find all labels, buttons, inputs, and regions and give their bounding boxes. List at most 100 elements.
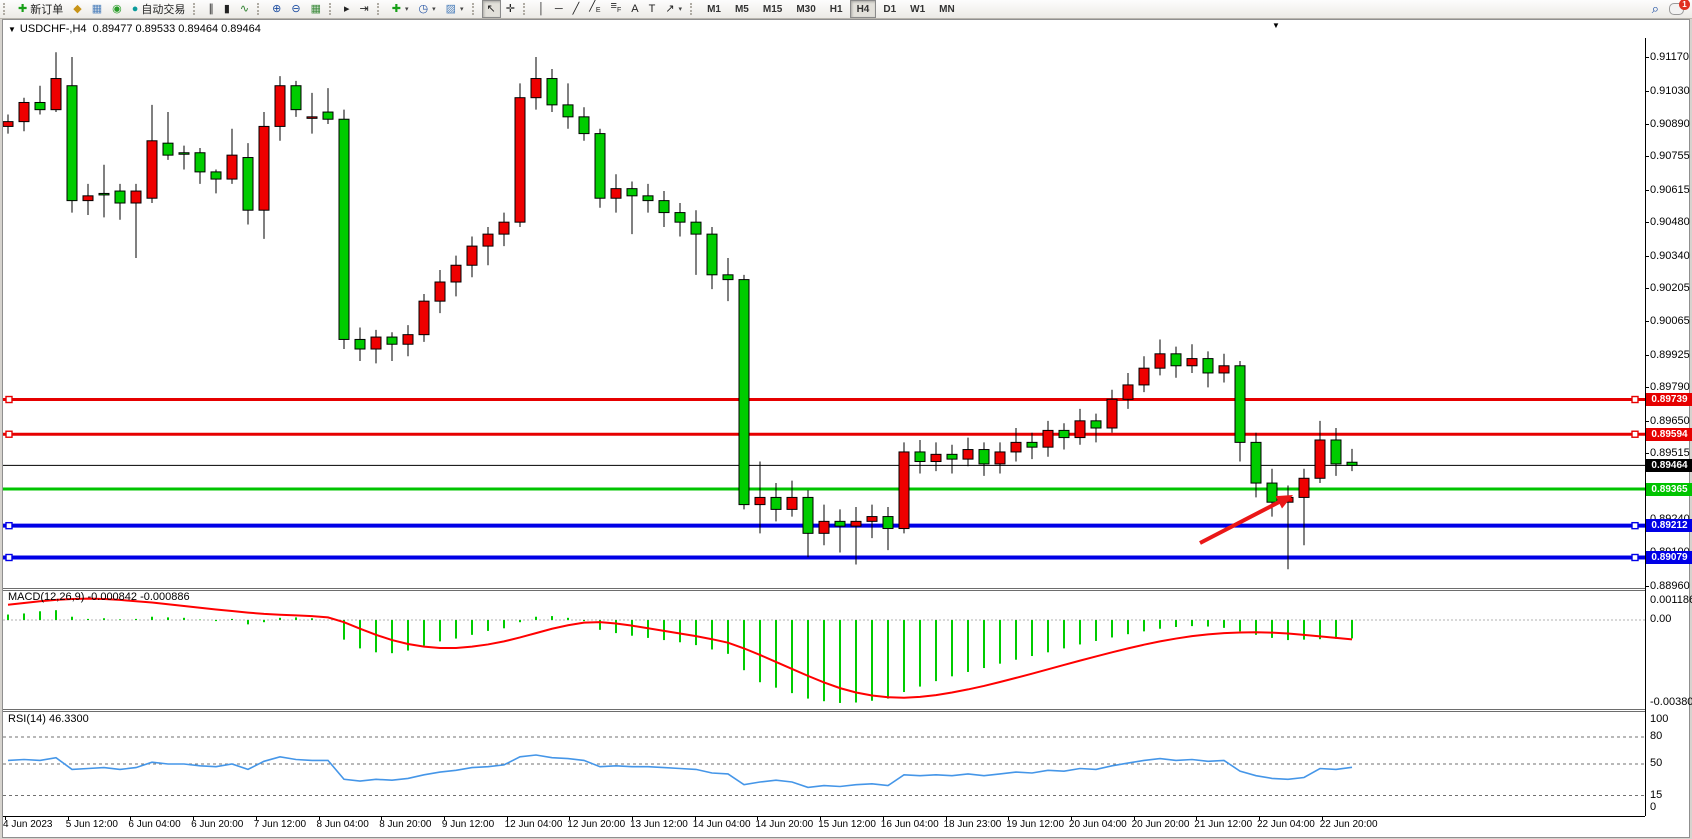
autotrading-button-label: 自动交易 — [141, 1, 185, 17]
bar-chart-button[interactable]: ∥ — [203, 0, 219, 18]
chart-shift-button[interactable]: ⇥ — [355, 0, 374, 18]
notification-badge: 1 — [1679, 0, 1690, 10]
candle — [515, 98, 525, 222]
channel-button[interactable]: ╱E — [584, 0, 605, 18]
timeframe-w1[interactable]: W1 — [903, 0, 932, 18]
candle — [851, 521, 861, 526]
autotrading-button[interactable]: ●自动交易 — [127, 0, 191, 18]
chevron-down-icon[interactable]: ▾ — [679, 5, 683, 13]
collapse-icon[interactable]: ▼ — [8, 25, 16, 34]
price-tick-label: 0.90065 — [1650, 315, 1692, 327]
market-watch-button[interactable]: ▦ — [87, 0, 107, 18]
resistance-line-2-price-tag: 0.89594 — [1646, 428, 1692, 441]
toolbar-grip — [690, 3, 697, 15]
chevron-down-icon[interactable]: ▾ — [405, 5, 409, 13]
timeframe-h4[interactable]: H4 — [850, 0, 877, 18]
rsi-value: 46.3300 — [49, 713, 89, 725]
candle — [227, 155, 237, 179]
candle — [547, 79, 557, 105]
templates-button[interactable]: ▨▾ — [441, 0, 469, 18]
price-tick — [1645, 190, 1649, 191]
autotrading-icon: ● — [132, 4, 139, 15]
text-label-button[interactable]: T — [644, 0, 661, 18]
time-tick-label: 6 Jun 04:00 — [128, 819, 180, 830]
timeframe-m15[interactable]: M15 — [756, 0, 789, 18]
timeframe-m1[interactable]: M1 — [700, 0, 728, 18]
price-tick-label: 0.90340 — [1650, 250, 1692, 262]
rsi-scale-label: 80 — [1650, 730, 1692, 742]
auto-scroll-icon: ▸ — [344, 4, 350, 15]
support-line-blue-1-handle[interactable] — [1632, 523, 1638, 529]
candlestick-chart-button[interactable]: ▮ — [219, 0, 235, 18]
candle — [1155, 354, 1165, 368]
tile-windows-button[interactable]: ▦ — [306, 0, 326, 18]
candle — [1299, 478, 1309, 497]
fibonacci-button[interactable]: ≡F — [606, 0, 627, 18]
support-line-blue-1-handle[interactable] — [6, 523, 12, 529]
zoom-in-icon: ⊕ — [272, 4, 281, 15]
macd-panel[interactable] — [3, 592, 1645, 707]
timeframe-h1[interactable]: H1 — [823, 0, 850, 18]
search-icon[interactable]: ⌕ — [1652, 1, 1659, 17]
price-tick — [1645, 387, 1649, 388]
price-tick — [1645, 124, 1649, 125]
rsi-panel[interactable] — [3, 714, 1645, 814]
chat-icon[interactable]: 1 — [1669, 3, 1684, 15]
equidistant-channel-icon: ╱E — [589, 1, 600, 16]
candle — [419, 301, 429, 335]
candle — [195, 153, 205, 172]
macd-label: MACD(12,26,9) -0.000842 -0.000886 — [8, 591, 190, 603]
candle — [243, 158, 253, 211]
line-chart-button[interactable]: ∿ — [235, 0, 254, 18]
candle — [1331, 440, 1341, 464]
chevron-down-icon[interactable]: ▾ — [432, 5, 436, 13]
resistance-line-1-handle[interactable] — [1632, 397, 1638, 403]
crosshair-button[interactable]: ✛ — [501, 0, 520, 18]
candle — [819, 521, 829, 533]
price-tick-label: 0.91170 — [1650, 51, 1692, 63]
horizontal-line-button[interactable]: ─ — [550, 0, 568, 18]
cursor-button[interactable]: ↖ — [482, 0, 501, 18]
price-tick-label: 0.89925 — [1650, 349, 1692, 361]
symbols-button[interactable]: ◆ — [68, 0, 86, 18]
candle — [1235, 366, 1245, 443]
new-order-button[interactable]: ✚新订单 — [13, 0, 68, 18]
candle — [307, 117, 317, 119]
chevron-down-icon[interactable]: ▾ — [460, 5, 464, 13]
candle — [1011, 442, 1021, 452]
cursor-icon: ↖ — [487, 4, 496, 15]
timeframe-m30[interactable]: M30 — [789, 0, 822, 18]
resistance-line-1-handle[interactable] — [6, 397, 12, 403]
price-tick — [1645, 453, 1649, 454]
timeframe-m5[interactable]: M5 — [728, 0, 756, 18]
vertical-line-button[interactable]: │ — [533, 0, 550, 18]
resistance-line-2-handle[interactable] — [6, 431, 12, 437]
main-chart[interactable] — [3, 40, 1645, 588]
support-line-blue-2-handle[interactable] — [1632, 555, 1638, 561]
support-line-blue-2-handle[interactable] — [6, 555, 12, 561]
timeframe-d1[interactable]: D1 — [876, 0, 903, 18]
candle — [643, 196, 653, 201]
zoom-out-button[interactable]: ⊖ — [286, 0, 305, 18]
panel-splitter-2[interactable] — [3, 709, 1645, 712]
candle — [531, 79, 541, 98]
trend-arrow[interactable] — [1200, 500, 1283, 543]
clock-icon: ◷ — [418, 4, 428, 15]
navigator-button[interactable]: ◉ — [107, 0, 127, 18]
signal-icon: ◉ — [112, 4, 122, 15]
vertical-line-icon: │ — [538, 4, 545, 15]
auto-scroll-button[interactable]: ▸ — [339, 0, 355, 18]
zoom-in-button[interactable]: ⊕ — [267, 0, 286, 18]
resistance-line-2-handle[interactable] — [1632, 431, 1638, 437]
bar-chart-icon: ∥ — [208, 4, 214, 15]
trendline-button[interactable]: ╱ — [568, 0, 585, 18]
indicators-button[interactable]: ✚▾ — [387, 0, 414, 18]
periods-button[interactable]: ◷▾ — [413, 0, 440, 18]
arrows-button[interactable]: ↗▾ — [660, 0, 687, 18]
chart-menu-icon[interactable]: ▼ — [1272, 21, 1280, 30]
panel-splitter[interactable] — [3, 588, 1645, 591]
timeframe-mn[interactable]: MN — [932, 0, 962, 18]
text-button[interactable]: A — [626, 0, 643, 18]
candle — [1027, 442, 1037, 447]
time-tick-label: 21 Jun 12:00 — [1194, 819, 1252, 830]
